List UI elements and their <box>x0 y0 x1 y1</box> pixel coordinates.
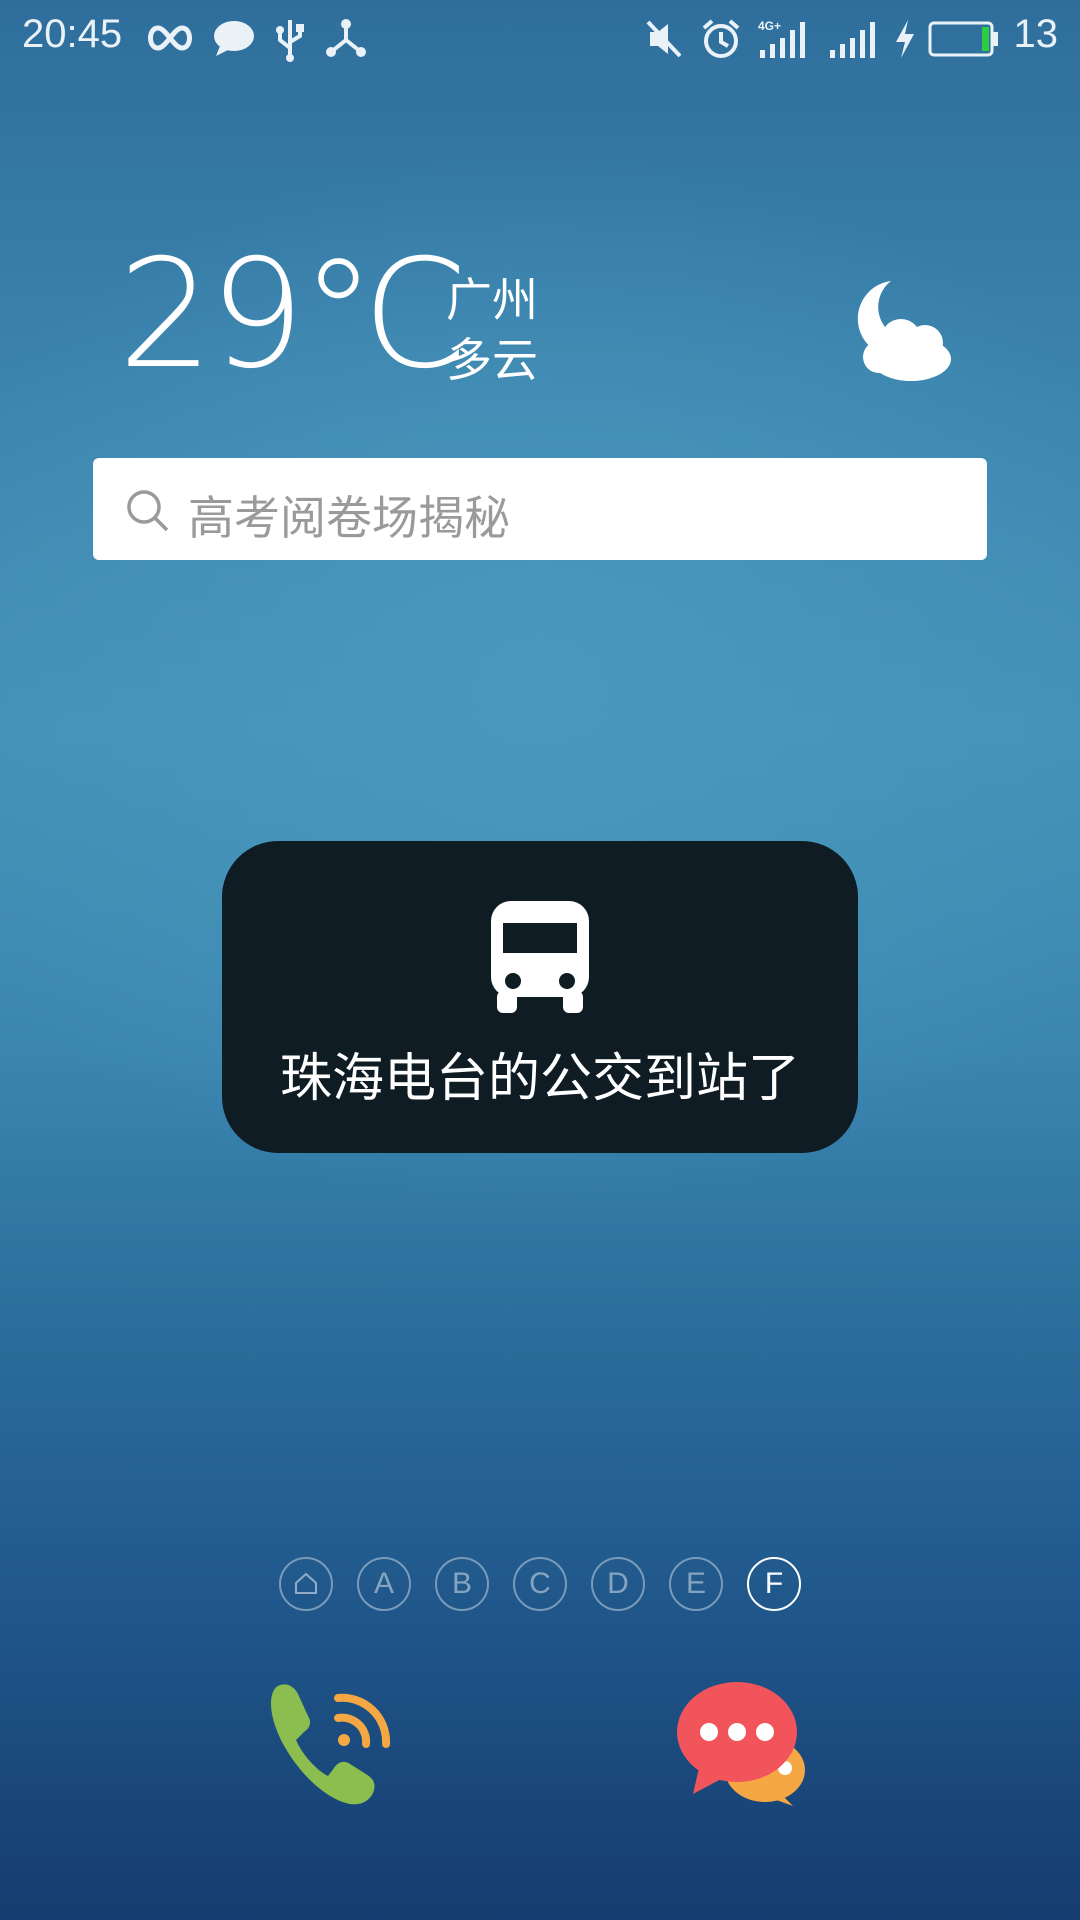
page-dot-f-active[interactable]: F <box>747 1557 801 1611</box>
moon-cloud-icon <box>857 281 951 381</box>
status-bar: 20:45 4G+ 13 <box>0 0 1080 80</box>
share-nodes-icon <box>326 19 366 57</box>
page-indicator: A B C D E F <box>279 1557 809 1611</box>
temperature-unit: ℃ <box>300 228 469 402</box>
search-bar[interactable]: 高考阅卷场揭秘 <box>93 458 987 560</box>
weather-condition: 多云 <box>446 333 538 387</box>
page-dot-e[interactable]: E <box>669 1557 723 1611</box>
alarm-icon <box>702 19 740 58</box>
battery-level: 13 <box>1013 12 1059 56</box>
charging-bolt-icon <box>896 20 914 58</box>
messages-icon[interactable] <box>675 1680 815 1810</box>
page-dot-b[interactable]: B <box>435 1557 489 1611</box>
battery-icon <box>928 21 998 57</box>
battery-fill <box>982 27 989 51</box>
page-dot-d[interactable]: D <box>591 1557 645 1611</box>
chat-bubble-icon <box>214 21 254 56</box>
page-dot-c[interactable]: C <box>513 1557 567 1611</box>
search-icon <box>127 490 169 532</box>
phone-icon[interactable] <box>268 1680 396 1810</box>
home-icon <box>295 1572 317 1594</box>
usb-icon <box>276 20 304 62</box>
status-time: 20:45 <box>22 12 123 56</box>
toast-message: 珠海电台的公交到站了 <box>279 1049 800 1109</box>
weather-city: 广州 <box>446 273 538 327</box>
weather-temperature: 29℃ <box>118 240 469 390</box>
svg-text:4G+: 4G+ <box>758 19 781 33</box>
page-dot-home[interactable] <box>279 1557 333 1611</box>
infinity-icon <box>148 25 192 51</box>
search-placeholder: 高考阅卷场揭秘 <box>188 491 510 545</box>
temperature-value: 29 <box>118 228 305 402</box>
toast-notification: 珠海电台的公交到站了 <box>222 841 858 1153</box>
signal-4g-icon: 4G+ <box>758 19 805 58</box>
bus-icon <box>491 901 589 1013</box>
signal-icon <box>830 22 875 58</box>
page-dot-a[interactable]: A <box>357 1557 411 1611</box>
mute-icon <box>646 20 682 58</box>
